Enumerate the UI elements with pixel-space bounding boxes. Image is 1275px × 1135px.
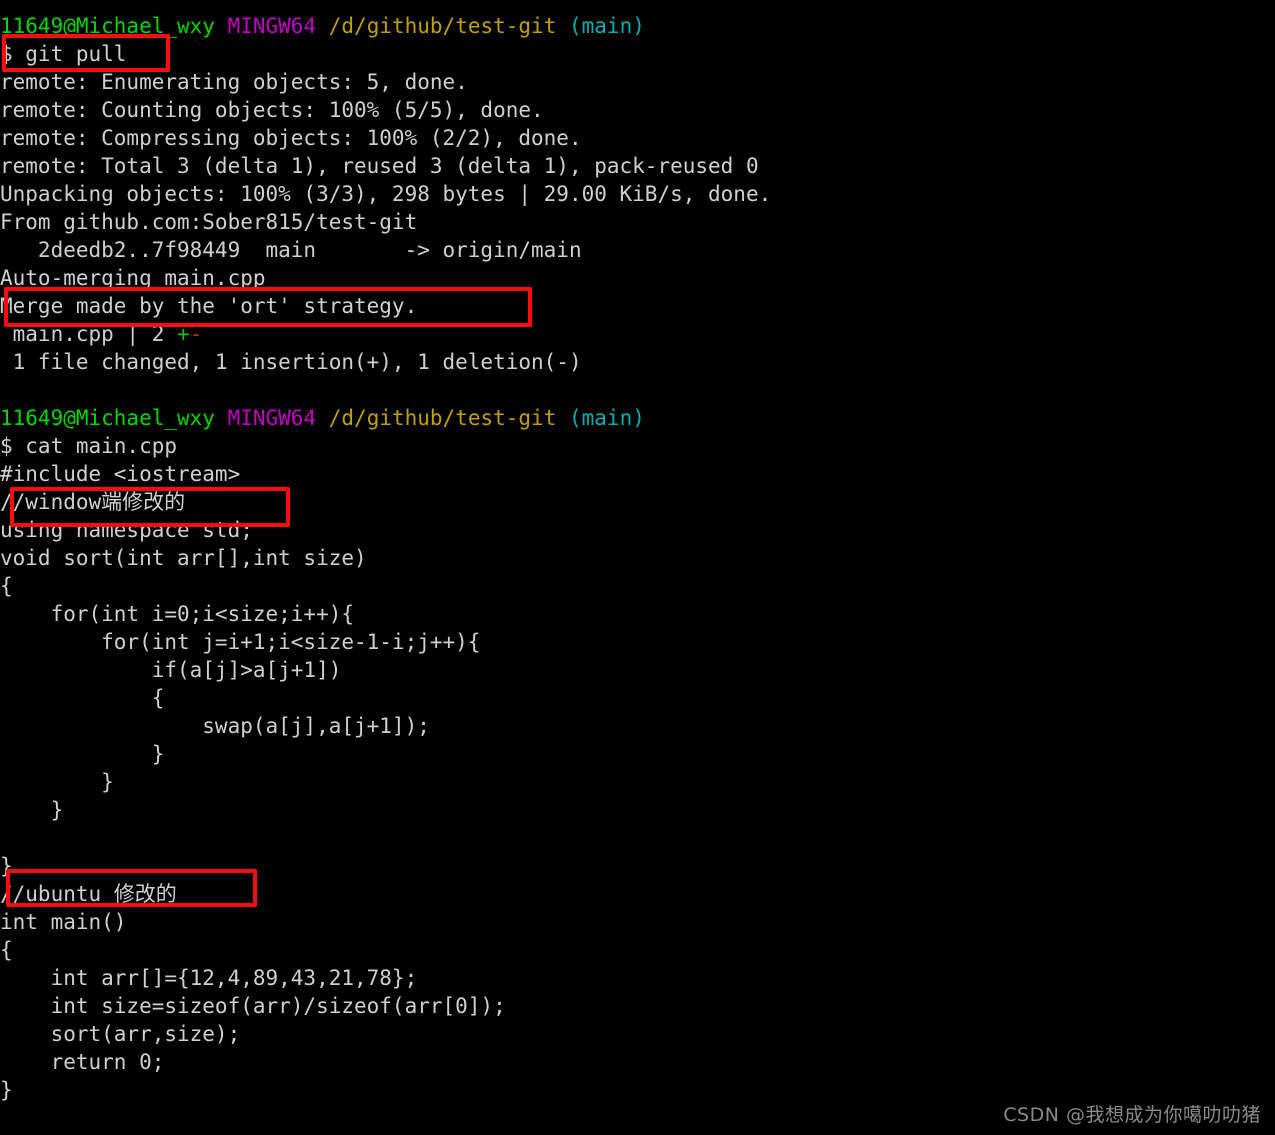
terminal-text: 2deedb2..7f98449 main -> origin/main [0, 238, 582, 262]
terminal-window[interactable]: 11649@Michael_wxy MINGW64 /d/github/test… [0, 0, 1275, 1135]
terminal-text: swap(a[j],a[j+1]); [0, 714, 430, 738]
terminal-line-out-unpacking: Unpacking objects: 100% (3/3), 298 bytes… [0, 180, 1275, 208]
terminal-text: //ubuntu 修改的 [0, 882, 177, 906]
diffstat-deletion: - [189, 322, 203, 346]
terminal-line-prompt-2: 11649@Michael_wxy MINGW64 /d/github/test… [0, 404, 1275, 432]
terminal-line-code-for-i: for(int i=0;i<size;i++){ [0, 600, 1275, 628]
terminal-line-code-main-close: } [0, 1076, 1275, 1104]
terminal-text: $ cat main.cpp [0, 434, 178, 458]
terminal-text: Merge made by the 'ort' strategy. [0, 294, 418, 318]
diffstat-file: main.cpp | 2 [0, 322, 178, 346]
terminal-line-out-range: 2deedb2..7f98449 main -> origin/main [0, 236, 1275, 264]
terminal-line-out-total: remote: Total 3 (delta 1), reused 3 (del… [0, 152, 1275, 180]
terminal-text: int main() [0, 910, 127, 934]
diffstat-addition: + [177, 322, 190, 346]
terminal-text: remote: Enumerating objects: 5, done. [0, 70, 468, 94]
terminal-line-code-call-sort: sort(arr,size); [0, 1020, 1275, 1048]
prompt-branch: (main) [569, 406, 645, 430]
terminal-text: void sort(int arr[],int size) [0, 546, 367, 570]
terminal-line-code-comment-ubuntu: //ubuntu 修改的 [0, 880, 1275, 908]
terminal-text: for(int j=i+1;i<size-1-i;j++){ [0, 630, 481, 654]
terminal-line-prompt-1: 11649@Michael_wxy MINGW64 /d/github/test… [0, 12, 1275, 40]
terminal-text: From github.com:Sober815/test-git [0, 210, 418, 234]
terminal-text: Auto-merging main.cpp [0, 266, 266, 290]
terminal-text: { [0, 574, 13, 598]
terminal-text: } [0, 742, 165, 766]
prompt-branch: (main) [569, 14, 645, 38]
terminal-line-code-return: return 0; [0, 1048, 1275, 1076]
terminal-output: 11649@Michael_wxy MINGW64 /d/github/test… [0, 12, 1275, 1104]
terminal-line-out-from: From github.com:Sober815/test-git [0, 208, 1275, 236]
terminal-text: $ git pull [0, 42, 127, 66]
terminal-text: } [0, 798, 64, 822]
terminal-line-out-automerging: Auto-merging main.cpp [0, 264, 1275, 292]
terminal-line-out-compressing: remote: Compressing objects: 100% (2/2),… [0, 124, 1275, 152]
terminal-text: 1 file changed, 1 insertion(+), 1 deleti… [0, 350, 582, 374]
terminal-text: remote: Counting objects: 100% (5/5), do… [0, 98, 544, 122]
terminal-line-code-if-open: { [0, 684, 1275, 712]
terminal-line-code-sort-open: { [0, 572, 1275, 600]
prompt-path: /d/github/test-git [328, 14, 557, 38]
terminal-text: } [0, 854, 13, 878]
terminal-text: } [0, 770, 114, 794]
terminal-line-cmd-git-pull: $ git pull [0, 40, 1275, 68]
terminal-line-out-diffstat: main.cpp | 2 +- [0, 320, 1275, 348]
terminal-text: Unpacking objects: 100% (3/3), 298 bytes… [0, 182, 772, 206]
terminal-text: remote: Total 3 (delta 1), reused 3 (del… [0, 154, 759, 178]
terminal-text: remote: Compressing objects: 100% (2/2),… [0, 126, 582, 150]
terminal-line-out-counting: remote: Counting objects: 100% (5/5), do… [0, 96, 1275, 124]
terminal-line-out-merge-strategy: Merge made by the 'ort' strategy. [0, 292, 1275, 320]
terminal-line-code-if: if(a[j]>a[j+1]) [0, 656, 1275, 684]
prompt-path: /d/github/test-git [328, 406, 557, 430]
terminal-text: if(a[j]>a[j+1]) [0, 658, 342, 682]
terminal-line-code-main-sig: int main() [0, 908, 1275, 936]
prompt-host: MINGW64 [227, 406, 317, 430]
terminal-text: { [0, 938, 13, 962]
terminal-line-cmd-cat-main: $ cat main.cpp [0, 432, 1275, 460]
terminal-line-code-swap: swap(a[j],a[j+1]); [0, 712, 1275, 740]
terminal-line-code-if-close: } [0, 740, 1275, 768]
terminal-line-out-enumerating: remote: Enumerating objects: 5, done. [0, 68, 1275, 96]
terminal-line-code-sort-sig: void sort(int arr[],int size) [0, 544, 1275, 572]
terminal-line-blank-2 [0, 824, 1275, 852]
prompt-host: MINGW64 [227, 14, 317, 38]
terminal-line-code-using: using namespace std; [0, 516, 1275, 544]
terminal-text: sort(arr,size); [0, 1022, 241, 1046]
terminal-text: return 0; [0, 1050, 165, 1074]
terminal-text: } [0, 1078, 13, 1102]
terminal-text: #include <iostream> [0, 462, 241, 486]
terminal-line-code-for-j-close: } [0, 768, 1275, 796]
terminal-line-code-for-j: for(int j=i+1;i<size-1-i;j++){ [0, 628, 1275, 656]
prompt-user: 11649@Michael_wxy [0, 406, 215, 430]
terminal-line-out-summary: 1 file changed, 1 insertion(+), 1 deleti… [0, 348, 1275, 376]
terminal-line-code-comment-window: //window端修改的 [0, 488, 1275, 516]
terminal-line-code-sort-close: } [0, 852, 1275, 880]
prompt-user: 11649@Michael_wxy [0, 14, 215, 38]
terminal-text: //window端修改的 [0, 490, 186, 514]
terminal-text: int size=sizeof(arr)/sizeof(arr[0]); [0, 994, 506, 1018]
terminal-line-code-for-i-close: } [0, 796, 1275, 824]
terminal-line-blank-1 [0, 376, 1275, 404]
terminal-text: int arr[]={12,4,89,43,21,78}; [0, 966, 418, 990]
terminal-text: using namespace std; [0, 518, 253, 542]
terminal-line-code-size: int size=sizeof(arr)/sizeof(arr[0]); [0, 992, 1275, 1020]
terminal-line-code-include: #include <iostream> [0, 460, 1275, 488]
terminal-line-code-main-open: { [0, 936, 1275, 964]
terminal-line-code-arr: int arr[]={12,4,89,43,21,78}; [0, 964, 1275, 992]
terminal-text: { [0, 686, 165, 710]
terminal-text: for(int i=0;i<size;i++){ [0, 602, 355, 626]
csdn-watermark: CSDN @我想成为你噶叻叻猪 [1003, 1104, 1261, 1126]
